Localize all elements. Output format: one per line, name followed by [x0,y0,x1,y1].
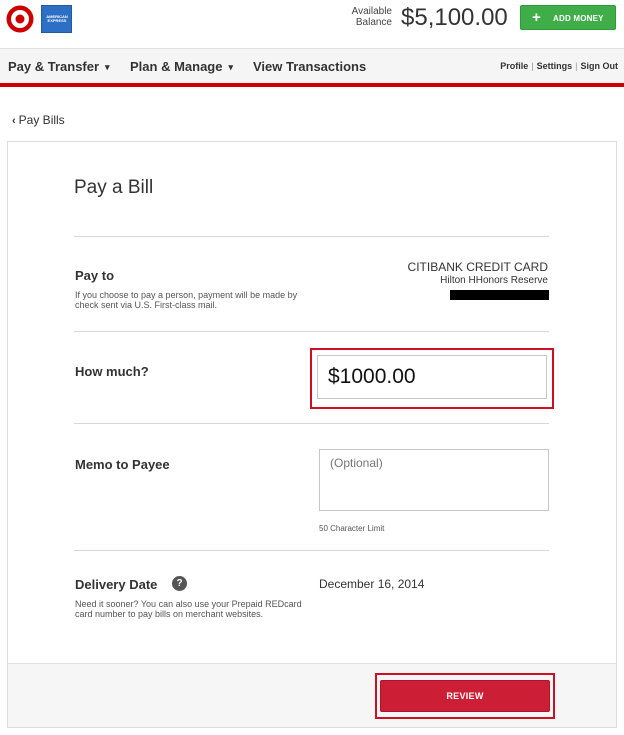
available-balance-label: Available Balance [351,6,392,28]
chevron-down-icon: ▾ [105,62,110,72]
link-separator: | [575,61,578,71]
redacted-account-number [450,290,549,300]
nav-plan-manage-label: Plan & Manage [130,59,223,74]
nav-view-transactions[interactable]: View Transactions [253,59,366,74]
payee-name: CITIBANK CREDIT CARD [407,260,548,274]
delivery-date-value: December 16, 2014 [319,577,425,591]
amex-logo-text: AMERICAN EXPRESS [46,14,68,23]
divider [74,236,549,237]
memo-input[interactable] [319,449,549,511]
nav-pay-transfer-label: Pay & Transfer [8,59,100,74]
pay-to-heading: Pay to [75,268,115,283]
delivery-heading: Delivery Date [75,577,158,592]
divider [74,550,549,551]
main-nav: Pay & Transfer ▾ Plan & Manage ▾ View Tran… [0,48,624,83]
sign-out-link[interactable]: Sign Out [581,61,619,71]
memo-heading: Memo to Payee [75,457,170,472]
nav-pay-transfer[interactable]: Pay & Transfer ▾ [8,59,110,76]
utility-links: Profile | Settings | Sign Out [500,61,618,72]
settings-link[interactable]: Settings [537,61,573,71]
review-button[interactable]: REVIEW [380,680,550,712]
top-header: AMERICAN EXPRESS Available Balance $5,10… [0,0,624,46]
help-icon[interactable]: ? [172,576,187,591]
target-logo-icon[interactable] [5,4,35,34]
payee-account-name: Hilton HHonors Reserve [440,275,548,286]
delivery-note: Need it sooner? You can also use your Pr… [75,599,302,619]
available-balance-value: $5,100.00 [401,4,508,31]
profile-link[interactable]: Profile [500,61,528,71]
chevron-down-icon: ▾ [228,62,233,72]
amex-logo-icon: AMERICAN EXPRESS [41,5,72,33]
divider [74,331,549,332]
link-separator: | [531,61,534,71]
memo-character-limit: 50 Character Limit [319,524,385,533]
amount-heading: How much? [75,364,149,379]
nav-plan-manage[interactable]: Plan & Manage ▾ [130,59,233,76]
divider [74,423,549,424]
amount-input[interactable] [317,355,547,399]
nav-accent-bar [0,83,624,87]
pay-to-note: If you choose to pay a person, payment w… [75,290,298,310]
chevron-left-icon: ‹ [12,115,16,127]
breadcrumb[interactable]: ‹ Pay Bills [12,113,65,128]
plus-icon: + [532,9,541,26]
pay-bill-card: Pay a Bill Pay to If you choose to pay a… [7,141,617,728]
add-money-button[interactable]: + ADD MONEY [520,5,616,30]
add-money-label: ADD MONEY [553,14,604,23]
page-title: Pay a Bill [74,177,154,198]
breadcrumb-label: Pay Bills [18,113,65,127]
